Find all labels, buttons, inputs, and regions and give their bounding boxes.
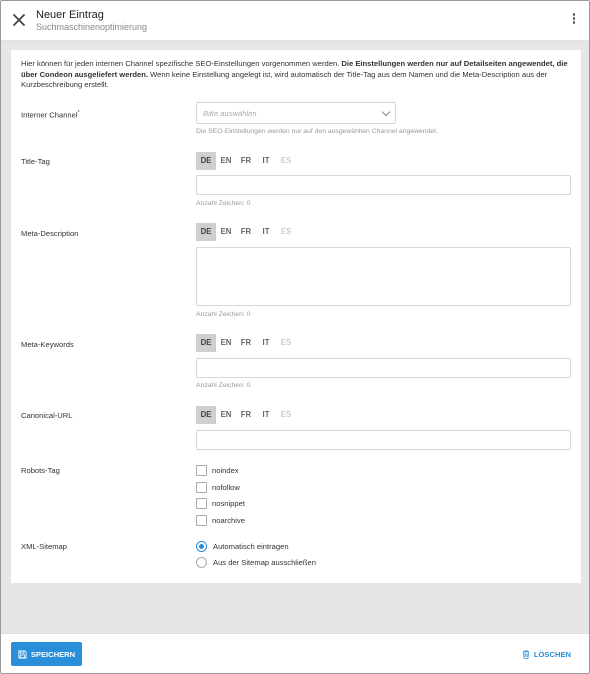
lang-tab-fr[interactable]: FR xyxy=(236,334,256,352)
canonical-url-language-tabs: DE EN FR IT ES xyxy=(196,406,296,424)
checkbox-box[interactable] xyxy=(196,481,207,493)
meta-keywords-counter: Anzahl Zeichen: 0 xyxy=(196,382,251,389)
dialog-footer: SPEICHERN LÖSCHEN xyxy=(1,633,589,673)
save-button-label: SPEICHERN xyxy=(30,649,76,659)
lang-tab-en[interactable]: EN xyxy=(216,406,236,424)
checkbox-box[interactable] xyxy=(196,514,207,526)
lang-tab-es: ES xyxy=(280,410,292,419)
title-tag-input[interactable] xyxy=(196,175,571,195)
checkbox-label: noindex xyxy=(212,465,239,475)
canonical-url-input[interactable] xyxy=(196,430,571,450)
title-tag-counter: Anzahl Zeichen: 0 xyxy=(196,200,251,207)
robots-noarchive-checkbox[interactable]: noarchive xyxy=(196,513,245,527)
sitemap-exclude-radio[interactable]: Aus der Sitemap ausschließen xyxy=(196,555,316,569)
lang-tab-de[interactable]: DE xyxy=(196,406,216,424)
checkbox-box[interactable] xyxy=(196,464,207,476)
lang-tab-en[interactable]: EN xyxy=(216,334,236,352)
delete-button[interactable]: LÖSCHEN xyxy=(522,647,571,661)
checkbox-box[interactable] xyxy=(196,497,207,509)
title-tag-label: Title-Tag xyxy=(21,157,50,166)
radio-label: Automatisch eintragen xyxy=(213,541,289,551)
save-icon xyxy=(18,649,27,659)
channel-label: Interner Channel* xyxy=(21,110,80,120)
lang-tab-es: ES xyxy=(280,227,292,236)
sitemap-auto-radio[interactable]: Automatisch eintragen xyxy=(196,539,289,553)
seo-form-card: Hier können für jeden internen Channel s… xyxy=(11,50,581,583)
lang-tab-de[interactable]: DE xyxy=(196,334,216,352)
checkbox-label: nofollow xyxy=(212,482,240,492)
lang-tab-en[interactable]: EN xyxy=(216,223,236,241)
radio-button[interactable] xyxy=(196,556,207,568)
close-icon[interactable] xyxy=(11,12,27,28)
meta-description-language-tabs: DE EN FR IT ES xyxy=(196,223,296,241)
channel-placeholder: Bitte auswählen xyxy=(203,109,257,118)
save-button[interactable]: SPEICHERN xyxy=(11,642,82,666)
lang-tab-it[interactable]: IT xyxy=(256,152,276,170)
lang-tab-fr[interactable]: FR xyxy=(236,223,256,241)
dialog-subtitle: Suchmaschinenoptimierung xyxy=(36,22,148,32)
checkbox-label: nosnippet xyxy=(212,498,245,508)
dialog-title: Neuer Eintrag xyxy=(36,9,104,21)
lang-tab-de[interactable]: DE xyxy=(196,152,216,170)
robots-noindex-checkbox[interactable]: noindex xyxy=(196,463,239,477)
delete-button-label: LÖSCHEN xyxy=(533,649,571,659)
lang-tab-it[interactable]: IT xyxy=(256,406,276,424)
meta-description-counter: Anzahl Zeichen: 0 xyxy=(196,311,251,318)
dialog-header: Neuer Eintrag Suchmaschinenoptimierung xyxy=(1,1,589,41)
lang-tab-de[interactable]: DE xyxy=(196,223,216,241)
robots-nosnippet-checkbox[interactable]: nosnippet xyxy=(196,496,245,510)
channel-helper-text: Die SEO-Einstellungen werden nur auf den… xyxy=(196,128,438,135)
meta-keywords-language-tabs: DE EN FR IT ES xyxy=(196,334,296,352)
lang-tab-fr[interactable]: FR xyxy=(236,152,256,170)
lang-tab-es: ES xyxy=(280,156,292,165)
trash-icon xyxy=(522,649,530,659)
robots-tag-label: Robots-Tag xyxy=(21,466,60,475)
checkbox-label: noarchive xyxy=(212,515,245,525)
lang-tab-en[interactable]: EN xyxy=(216,152,236,170)
chevron-down-icon xyxy=(381,107,391,117)
meta-description-label: Meta-Description xyxy=(21,229,79,238)
title-tag-language-tabs: DE EN FR IT ES xyxy=(196,152,296,170)
xml-sitemap-label: XML-Sitemap xyxy=(21,542,68,551)
dialog-window: Neuer Eintrag Suchmaschinenoptimierung H… xyxy=(0,0,590,674)
lang-tab-fr[interactable]: FR xyxy=(236,406,256,424)
lang-tab-it[interactable]: IT xyxy=(256,334,276,352)
meta-keywords-label: Meta-Keywords xyxy=(21,340,74,349)
radio-button[interactable] xyxy=(196,540,207,552)
lang-tab-es: ES xyxy=(280,338,292,347)
robots-nofollow-checkbox[interactable]: nofollow xyxy=(196,480,240,494)
radio-label: Aus der Sitemap ausschließen xyxy=(213,557,316,567)
channel-select[interactable]: Bitte auswählen xyxy=(196,102,396,124)
intro-text: Hier können für jeden internen Channel s… xyxy=(21,59,568,90)
more-options-icon[interactable] xyxy=(571,13,577,27)
canonical-url-label: Canonical-URL xyxy=(21,411,73,420)
lang-tab-it[interactable]: IT xyxy=(256,223,276,241)
meta-keywords-input[interactable] xyxy=(196,358,571,378)
meta-description-textarea[interactable] xyxy=(196,247,571,306)
